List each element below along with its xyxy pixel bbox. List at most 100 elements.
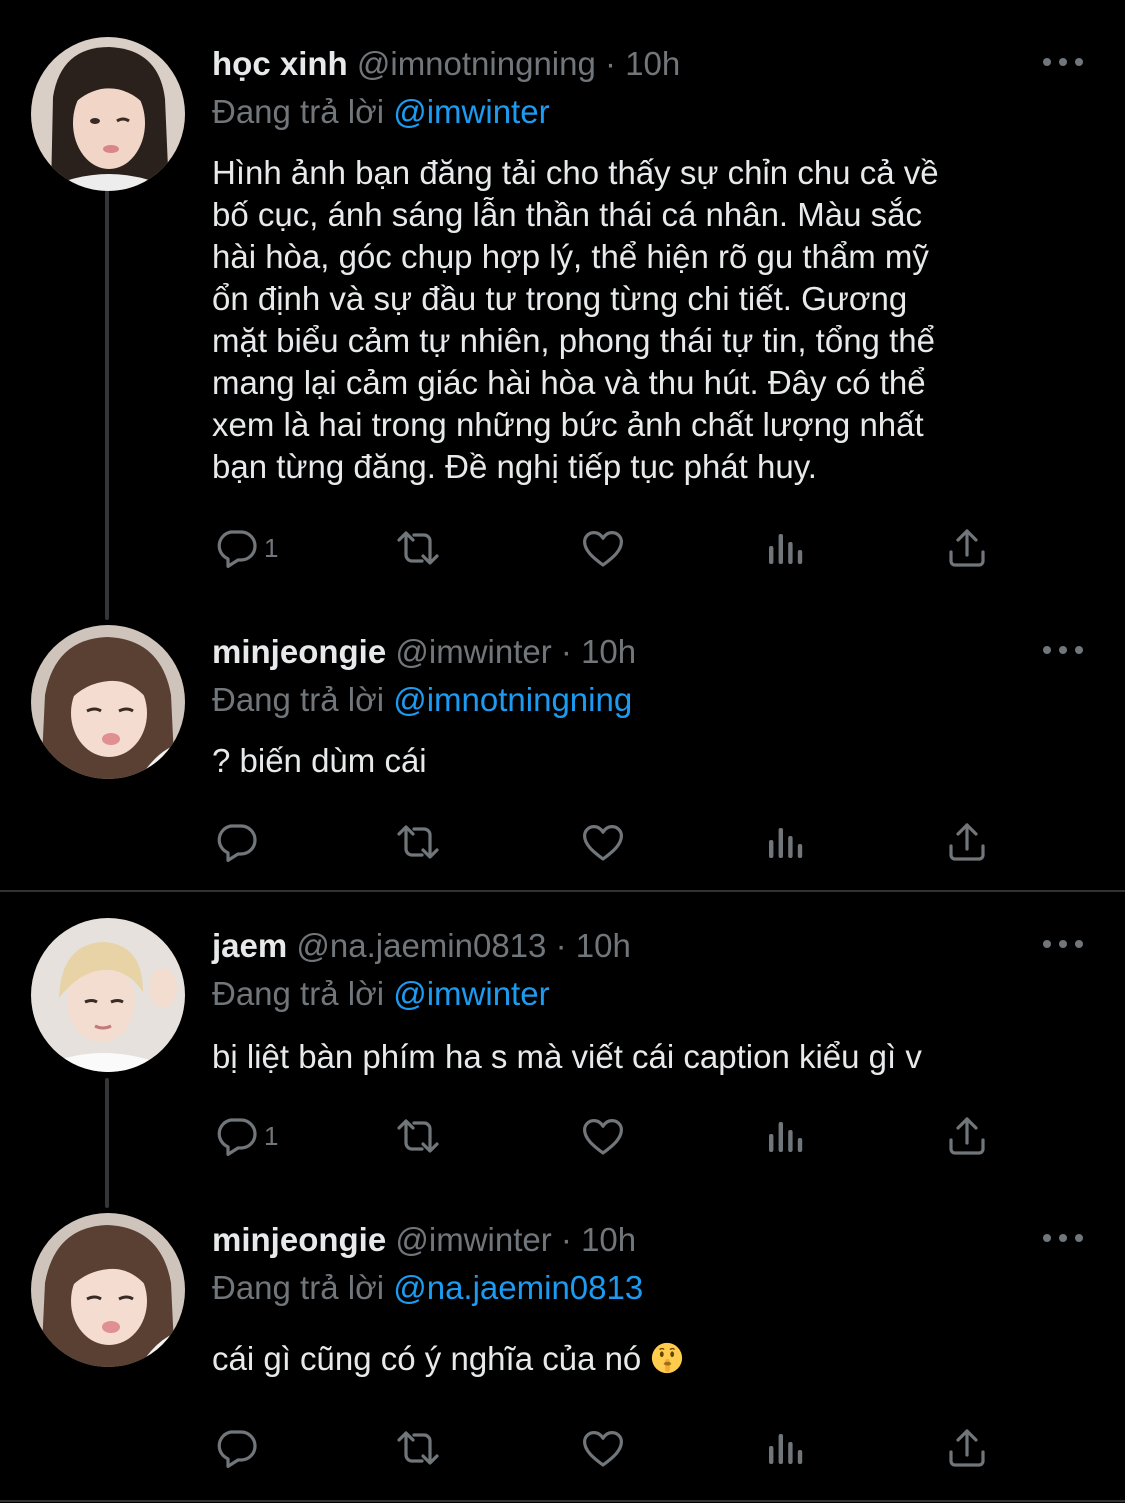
timestamp[interactable]: 10h [625, 45, 680, 82]
share-button[interactable] [943, 1110, 991, 1162]
replying-to: Đang trả lời @imwinter [212, 92, 550, 132]
reply-button[interactable] [212, 816, 264, 868]
replying-to: Đang trả lời @imwinter [212, 974, 550, 1014]
like-button[interactable] [579, 522, 627, 574]
action-bar: 1 [212, 522, 1012, 574]
tweet-text: ? biến dùm cái [212, 742, 427, 779]
tweet-text-line: hài hòa, góc chụp hợp lý, thể hiện rõ gu… [212, 238, 929, 275]
avatar-pouting-girl-icon [31, 625, 185, 779]
analytics-icon [762, 1112, 810, 1160]
avatar[interactable] [31, 918, 185, 1072]
like-icon [579, 1424, 627, 1472]
reply-icon [212, 818, 260, 866]
more-options-icon[interactable] [1043, 938, 1083, 950]
more-options-icon[interactable] [1043, 56, 1083, 68]
display-name[interactable]: minjeongie [212, 1221, 386, 1258]
share-button[interactable] [943, 522, 991, 574]
analytics-button[interactable] [762, 1422, 810, 1474]
retweet-button[interactable] [394, 816, 442, 868]
tweet-1[interactable]: học xinh @imnotningning · 10h Đang trả l… [0, 0, 1125, 620]
action-bar [212, 1422, 1012, 1474]
tweet-text: Hình ảnh bạn đăng tải cho thấy sự chỉn c… [212, 152, 1092, 488]
reply-count: 1 [264, 1120, 279, 1151]
replying-to: Đang trả lời @na.jaemin0813 [212, 1268, 643, 1308]
display-name[interactable]: học xinh [212, 45, 348, 82]
user-handle[interactable]: @imwinter [395, 1221, 551, 1258]
tweet-text-line: Hình ảnh bạn đăng tải cho thấy sự chỉn c… [212, 154, 939, 191]
shushing-face-emoji-icon [652, 1342, 683, 1374]
avatar-blond-boy-icon [31, 918, 185, 1072]
avatar[interactable] [31, 625, 185, 779]
share-icon [943, 1424, 991, 1472]
display-name[interactable]: minjeongie [212, 633, 386, 670]
reply-mention-link[interactable]: @na.jaemin0813 [393, 1269, 643, 1306]
bottom-divider [0, 1500, 1125, 1502]
more-options-icon[interactable] [1043, 1232, 1083, 1244]
retweet-icon [394, 1424, 442, 1472]
avatar[interactable] [31, 37, 185, 191]
reply-icon [212, 1112, 260, 1160]
reply-prefix: Đang trả lời [212, 93, 385, 130]
reply-button[interactable] [212, 1422, 264, 1474]
retweet-icon [394, 818, 442, 866]
reply-mention-link[interactable]: @imwinter [393, 975, 549, 1012]
analytics-icon [762, 1424, 810, 1472]
tweet-4[interactable]: minjeongie @imwinter · 10h Đang trả lời … [0, 1208, 1125, 1503]
retweet-button[interactable] [394, 1422, 442, 1474]
retweet-icon [394, 1112, 442, 1160]
retweet-button[interactable] [394, 1110, 442, 1162]
display-name[interactable]: jaem [212, 927, 287, 964]
reply-mention-link[interactable]: @imwinter [393, 93, 549, 130]
timestamp[interactable]: 10h [581, 633, 636, 670]
reply-button[interactable]: 1 [212, 522, 278, 574]
tweet-text: bị liệt bàn phím ha s mà viết cái captio… [212, 1038, 922, 1075]
user-handle[interactable]: @imwinter [395, 633, 551, 670]
tweet-3[interactable]: jaem @na.jaemin0813 · 10h Đang trả lời @… [0, 892, 1125, 1208]
separator-dot: · [555, 927, 567, 964]
tweet-text-line: mang lại cảm giác hài hòa và thu hút. Đâ… [212, 364, 926, 401]
tweet-text-content: cái gì cũng có ý nghĩa của nó [212, 1340, 642, 1377]
tweet-text: cái gì cũng có ý nghĩa của nó [212, 1338, 1092, 1380]
reply-prefix: Đang trả lời [212, 975, 385, 1012]
timestamp[interactable]: 10h [576, 927, 631, 964]
analytics-button[interactable] [762, 522, 810, 574]
reply-prefix: Đang trả lời [212, 1269, 385, 1306]
more-options-icon[interactable] [1043, 644, 1083, 656]
action-bar: 1 [212, 1110, 1012, 1162]
tweet-text-line: bố cục, ánh sáng lẫn thần thái cá nhân. … [212, 196, 922, 233]
separator-dot: · [560, 1221, 572, 1258]
reply-count: 1 [264, 532, 279, 563]
like-button[interactable] [579, 816, 627, 868]
like-icon [579, 818, 627, 866]
timestamp[interactable]: 10h [581, 1221, 636, 1258]
tweet-text-line: xem là hai trong những bức ảnh chất lượn… [212, 406, 924, 443]
tweet-text-line: mặt biểu cảm tự nhiên, phong thái tự tin… [212, 322, 935, 359]
share-button[interactable] [943, 1422, 991, 1474]
analytics-icon [762, 818, 810, 866]
tweet-2[interactable]: minjeongie @imwinter · 10h Đang trả lời … [0, 620, 1125, 890]
tweet-header: học xinh @imnotningning · 10h [212, 44, 680, 84]
analytics-button[interactable] [762, 1110, 810, 1162]
analytics-button[interactable] [762, 816, 810, 868]
reply-button[interactable]: 1 [212, 1110, 278, 1162]
avatar[interactable] [31, 1213, 185, 1367]
avatar-long-dark-hair-icon [31, 37, 185, 191]
user-handle[interactable]: @na.jaemin0813 [296, 927, 546, 964]
share-button[interactable] [943, 816, 991, 868]
like-button[interactable] [579, 1110, 627, 1162]
action-bar [212, 816, 1012, 868]
separator-dot: · [560, 633, 572, 670]
reply-mention-link[interactable]: @imnotningning [393, 681, 632, 718]
reply-icon [212, 524, 260, 572]
replying-to: Đang trả lời @imnotningning [212, 680, 632, 720]
like-icon [579, 1112, 627, 1160]
share-icon [943, 1112, 991, 1160]
separator-dot: · [605, 45, 617, 82]
retweet-button[interactable] [394, 522, 442, 574]
like-button[interactable] [579, 1422, 627, 1474]
avatar-pouting-girl-icon [31, 1213, 185, 1367]
tweet-header: minjeongie @imwinter · 10h [212, 632, 636, 672]
user-handle[interactable]: @imnotningning [357, 45, 596, 82]
thread-line [105, 1078, 109, 1208]
tweet-text-line: ổn định và sự đầu tư trong từng chi tiết… [212, 280, 908, 317]
